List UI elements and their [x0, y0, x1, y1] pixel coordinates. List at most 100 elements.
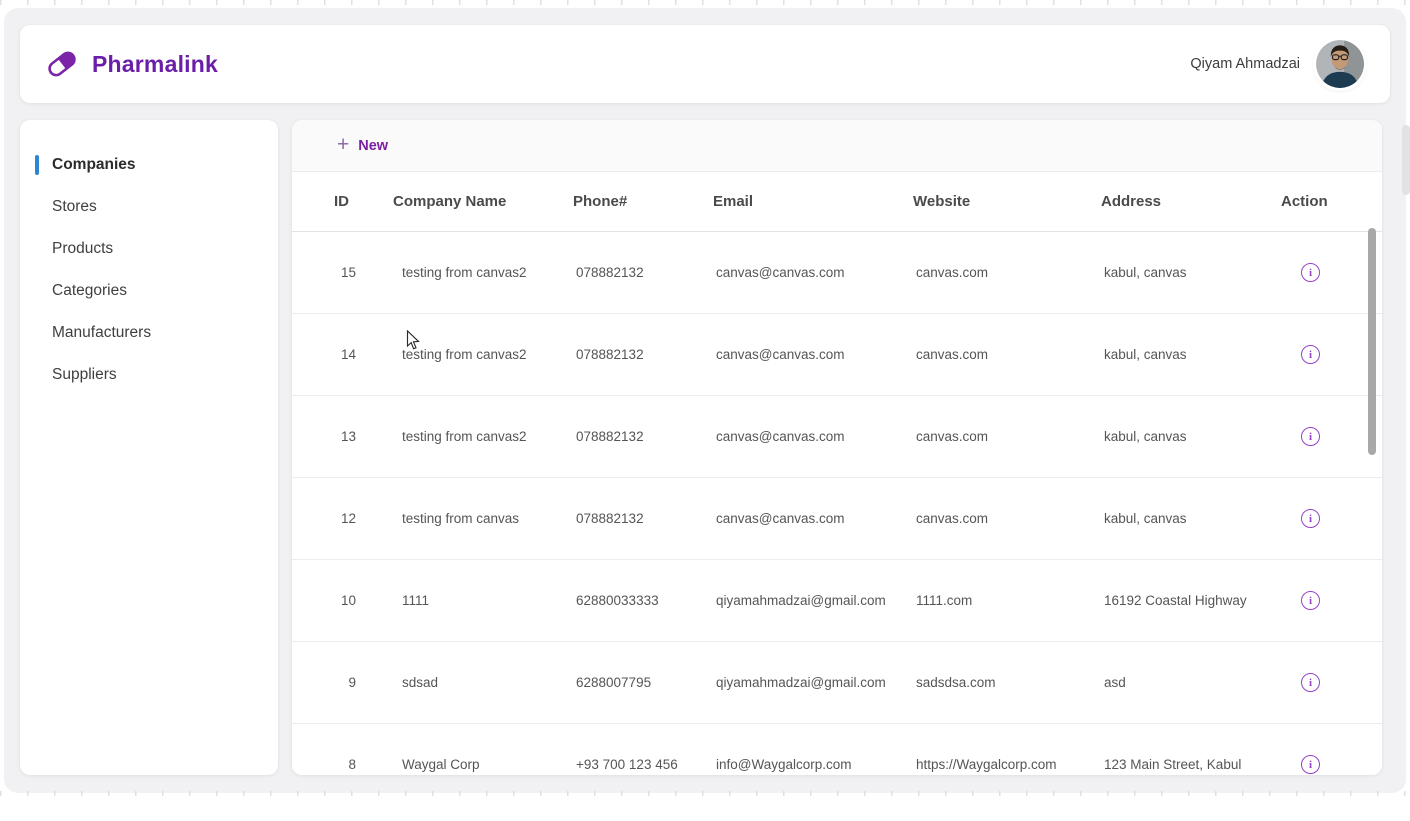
cell-company-name: Waygal Corp	[380, 757, 560, 772]
new-company-button[interactable]: + New	[337, 136, 388, 155]
cell-id: 15	[292, 265, 380, 280]
cell-address: kabul, canvas	[1088, 429, 1268, 444]
cell-address: kabul, canvas	[1088, 511, 1268, 526]
cell-email: canvas@canvas.com	[700, 265, 900, 280]
column-header-id: ID	[292, 193, 380, 210]
cell-company-name: testing from canvas2	[380, 347, 560, 362]
info-icon[interactable]: i	[1301, 263, 1320, 282]
cell-website: sadsdsa.com	[900, 675, 1088, 690]
cell-address: kabul, canvas	[1088, 265, 1268, 280]
company-table-row: 9 sdsad 6288007795 qiyamahmadzai@gmail.c…	[292, 642, 1382, 724]
cell-website: canvas.com	[900, 511, 1088, 526]
active-indicator-bar	[35, 155, 39, 175]
sidebar-item-label: Suppliers	[52, 366, 117, 384]
cell-phone: 078882132	[560, 347, 700, 362]
sidebar-item-stores[interactable]: Stores	[20, 186, 278, 228]
cell-action: i	[1268, 755, 1382, 774]
cell-id: 9	[292, 675, 380, 690]
cell-website: canvas.com	[900, 265, 1088, 280]
sidebar-item-label: Stores	[52, 198, 97, 216]
table-toolbar: + New	[292, 120, 1382, 172]
cell-company-name: testing from canvas	[380, 511, 560, 526]
bottom-tick-ruler	[0, 791, 1410, 796]
brand-title: Pharmalink	[92, 51, 218, 78]
company-table-row: 8 Waygal Corp +93 700 123 456 info@Wayga…	[292, 724, 1382, 775]
sidebar-item-label: Products	[52, 240, 113, 258]
sidebar-item-products[interactable]: Products	[20, 228, 278, 270]
cell-action: i	[1268, 263, 1382, 282]
cell-action: i	[1268, 673, 1382, 692]
cell-phone: 078882132	[560, 511, 700, 526]
cell-address: 123 Main Street, Kabul	[1088, 757, 1268, 772]
column-header-company-name: Company Name	[380, 193, 560, 210]
page-scrollbar-thumb[interactable]	[1402, 125, 1410, 195]
sidebar-nav: Companies Stores Products Categories Man…	[20, 120, 278, 775]
cell-id: 12	[292, 511, 380, 526]
info-icon[interactable]: i	[1301, 427, 1320, 446]
cell-company-name: 1111	[380, 593, 560, 608]
company-table-row: 12 testing from canvas 078882132 canvas@…	[292, 478, 1382, 560]
sidebar-item-companies[interactable]: Companies	[20, 144, 278, 186]
cell-id: 14	[292, 347, 380, 362]
table-scrollbar-thumb[interactable]	[1368, 228, 1376, 455]
cell-company-name: testing from canvas2	[380, 265, 560, 280]
info-icon[interactable]: i	[1301, 509, 1320, 528]
cell-email: qiyamahmadzai@gmail.com	[700, 593, 900, 608]
cell-id: 8	[292, 757, 380, 772]
info-icon[interactable]: i	[1301, 591, 1320, 610]
cell-action: i	[1268, 345, 1382, 364]
cell-website: 1111.com	[900, 593, 1088, 608]
column-header-email: Email	[700, 193, 900, 210]
cell-phone: 6288007795	[560, 675, 700, 690]
cell-phone: +93 700 123 456	[560, 757, 700, 772]
cell-action: i	[1268, 509, 1382, 528]
companies-panel: + New ID Company Name Phone# Email Websi…	[292, 120, 1382, 775]
info-icon[interactable]: i	[1301, 673, 1320, 692]
cell-phone: 62880033333	[560, 593, 700, 608]
info-icon[interactable]: i	[1301, 345, 1320, 364]
table-header-row: ID Company Name Phone# Email Website Add…	[292, 172, 1382, 232]
cell-website: canvas.com	[900, 347, 1088, 362]
cell-company-name: sdsad	[380, 675, 560, 690]
brand: Pharmalink	[46, 48, 218, 80]
cell-email: canvas@canvas.com	[700, 347, 900, 362]
pill-capsule-icon	[46, 48, 78, 80]
cell-id: 10	[292, 593, 380, 608]
cell-email: info@Waygalcorp.com	[700, 757, 900, 772]
company-table-row: 13 testing from canvas2 078882132 canvas…	[292, 396, 1382, 478]
cell-address: asd	[1088, 675, 1268, 690]
cell-action: i	[1268, 591, 1382, 610]
user-name: Qiyam Ahmadzai	[1190, 56, 1300, 72]
top-tick-ruler	[0, 0, 1410, 5]
new-button-label: New	[358, 138, 388, 154]
header-user-area: Qiyam Ahmadzai	[1190, 40, 1364, 88]
app-header: Pharmalink Qiyam Ahmadzai	[20, 25, 1390, 103]
cell-id: 13	[292, 429, 380, 444]
column-header-website: Website	[900, 193, 1088, 210]
company-table-row: 10 1111 62880033333 qiyamahmadzai@gmail.…	[292, 560, 1382, 642]
sidebar-item-label: Categories	[52, 282, 127, 300]
plus-icon: +	[337, 134, 349, 155]
cell-email: canvas@canvas.com	[700, 511, 900, 526]
column-header-phone: Phone#	[560, 193, 700, 210]
sidebar-item-label: Companies	[52, 156, 136, 174]
sidebar-item-categories[interactable]: Categories	[20, 270, 278, 312]
cell-company-name: testing from canvas2	[380, 429, 560, 444]
user-avatar[interactable]	[1316, 40, 1364, 88]
cell-email: qiyamahmadzai@gmail.com	[700, 675, 900, 690]
sidebar-item-label: Manufacturers	[52, 324, 151, 342]
cell-website: https://Waygalcorp.com	[900, 757, 1088, 772]
cell-address: 16192 Coastal Highway	[1088, 593, 1268, 608]
cell-phone: 078882132	[560, 265, 700, 280]
company-table-row: 15 testing from canvas2 078882132 canvas…	[292, 232, 1382, 314]
info-icon[interactable]: i	[1301, 755, 1320, 774]
cell-website: canvas.com	[900, 429, 1088, 444]
sidebar-item-suppliers[interactable]: Suppliers	[20, 354, 278, 396]
sidebar-item-manufacturers[interactable]: Manufacturers	[20, 312, 278, 354]
company-table-row: 14 testing from canvas2 078882132 canvas…	[292, 314, 1382, 396]
cell-action: i	[1268, 427, 1382, 446]
column-header-action: Action	[1268, 193, 1382, 210]
cell-phone: 078882132	[560, 429, 700, 444]
cell-email: canvas@canvas.com	[700, 429, 900, 444]
column-header-address: Address	[1088, 193, 1268, 210]
